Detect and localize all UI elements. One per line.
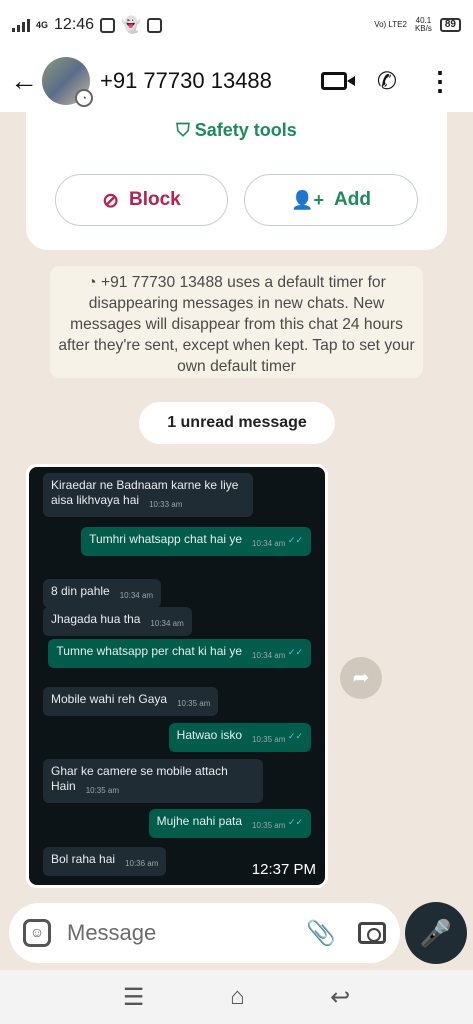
forward-icon[interactable]: ➦ <box>340 657 382 699</box>
screenshot-message: Tumhri whatsapp chat hai ye 10:34 am ✓✓ <box>81 527 311 556</box>
mic-icon[interactable]: 🎤 <box>405 902 467 964</box>
snapchat-icon: 👻 <box>121 17 141 34</box>
net-speed: 40.1 KB/s <box>415 17 432 33</box>
screenshot-message-text: Ghar ke camere se mobile attach Hain <box>51 764 228 793</box>
safety-tools-label: Safety tools <box>194 120 297 140</box>
contact-info-card: ⛉ Safety tools ⊘ Block 👤+ Add <box>26 112 447 250</box>
camera-icon[interactable] <box>358 922 386 944</box>
status-bar: 4G 12:46 👻 Vo) LTE2 40.1 KB/s 89 <box>0 0 473 50</box>
screenshot-message-text: Mujhe nahi pata <box>156 814 243 828</box>
add-contact-button[interactable]: 👤+ Add <box>244 174 418 226</box>
volte-indicator: Vo) LTE2 <box>374 20 407 29</box>
screenshot-message: 8 din pahle 10:34 am <box>43 579 162 608</box>
voice-call-icon[interactable]: ✆ <box>377 67 397 96</box>
screenshot-message-text: Tumhri whatsapp chat hai ye <box>89 532 243 546</box>
safety-tools-link[interactable]: ⛉ Safety tools <box>26 120 447 141</box>
network-type: 4G <box>36 20 49 30</box>
screenshot-message-time: 10:34 am <box>119 591 154 600</box>
screenshot-message: Mujhe nahi pata 10:35 am ✓✓ <box>148 809 311 838</box>
screenshot-message-time: 10:35 am <box>252 821 286 830</box>
screenshot-message: Jhagada hua tha 10:34 am <box>43 607 192 636</box>
message-composer: ☺ Message 📎 <box>9 903 400 963</box>
status-time: 12:46 <box>54 16 95 33</box>
screenshot-message-time: 10:35 am <box>85 786 120 795</box>
screenshot-message-time: 10:34 am <box>150 619 184 628</box>
screenshot-message-time: 10:35 am <box>177 699 211 708</box>
screenshot-message-text: 8 din pahle <box>51 584 110 598</box>
menu-nav-icon[interactable]: ☰ <box>123 983 145 1012</box>
screenshot-message-text: Tumne whatsapp per chat ki hai ye <box>56 644 243 658</box>
chat-screenshot-image[interactable]: 12:37 PM Kiraedar ne Badnaam karne ke li… <box>29 467 325 885</box>
back-nav-icon[interactable]: ↩ <box>330 983 350 1012</box>
attach-icon[interactable]: 📎 <box>306 919 336 948</box>
system-nav-bar: ☰ ⌂ ↩ <box>0 970 473 1024</box>
disappearing-timer-icon: ◔ <box>75 89 93 107</box>
status-right: Vo) LTE2 40.1 KB/s 89 <box>374 17 461 33</box>
screenshot-message: Bol raha hai 10:36 am <box>43 847 167 876</box>
screenshot-message-text: Jhagada hua tha <box>51 612 141 626</box>
screenshot-message-time: 10:34 am <box>252 651 286 660</box>
arrow-left-icon[interactable]: ← <box>10 65 38 97</box>
screenshot-message: Mobile wahi reh Gaya 10:35 am <box>43 687 219 716</box>
image-message-time: 12:37 PM <box>251 861 316 878</box>
screenshot-message-time: 10:33 am <box>149 500 183 509</box>
unread-divider: 1 unread message <box>139 402 335 444</box>
screenshot-message-time: 10:34 am <box>252 539 286 548</box>
screenshot-message: Kiraedar ne Badnaam karne ke liye aisa l… <box>43 473 253 517</box>
more-options-icon[interactable]: ⋮ <box>427 68 453 94</box>
block-label: Block <box>129 189 181 210</box>
disappearing-messages-notice[interactable]: ◔ +91 77730 13488 uses a default timer f… <box>50 266 423 378</box>
contact-name[interactable]: +91 77730 13488 <box>100 68 272 94</box>
read-ticks-icon: ✓✓ <box>285 535 303 545</box>
add-person-icon: 👤+ <box>291 189 324 210</box>
screenshot-message-time: 10:36 am <box>125 859 159 868</box>
screenshot-message-text: Kiraedar ne Badnaam karne ke liye aisa l… <box>51 478 239 507</box>
sticker-icon[interactable]: ☺ <box>23 919 51 947</box>
net-speed-unit: KB/s <box>414 24 432 33</box>
add-label: Add <box>334 189 371 210</box>
read-ticks-icon: ✓✓ <box>285 731 303 741</box>
signal-icon <box>12 18 30 32</box>
avatar[interactable]: ◔ <box>42 57 93 107</box>
screenshot-message: Ghar ke camere se mobile attach Hain 10:3… <box>43 759 263 803</box>
screenshot-message-text: Hatwao isko <box>176 728 243 742</box>
read-ticks-icon: ✓✓ <box>285 647 303 657</box>
image-message[interactable]: 12:37 PM Kiraedar ne Badnaam karne ke li… <box>26 464 328 888</box>
block-icon: ⊘ <box>102 189 119 212</box>
timer-icon: ◔ <box>87 274 101 291</box>
notice-text: +91 77730 13488 uses a default timer for… <box>58 274 415 375</box>
home-nav-icon[interactable]: ⌂ <box>230 983 245 1011</box>
read-ticks-icon: ✓✓ <box>285 817 303 827</box>
screenshot-message-text: Bol raha hai <box>51 852 116 866</box>
status-left: 4G 12:46 👻 <box>12 15 162 35</box>
message-input[interactable]: Message <box>67 920 156 946</box>
video-call-icon[interactable] <box>320 72 355 90</box>
shield-icon: ⛉ <box>176 120 190 140</box>
chat-header: ← ◔ +91 77730 13488 ✆ ⋮ <box>0 50 473 112</box>
battery-icon: 89 <box>439 18 461 32</box>
screenshot-message: Hatwao isko 10:35 am ✓✓ <box>168 723 311 752</box>
screenshot-message-time: 10:35 am <box>252 735 286 744</box>
screenshot-message: Tumne whatsapp per chat ki hai ye 10:34 a… <box>48 639 311 668</box>
screenshot-message-text: Mobile wahi reh Gaya <box>51 692 168 706</box>
instagram-icon <box>146 17 162 33</box>
block-button[interactable]: ⊘ Block <box>55 174 228 226</box>
facebook-icon <box>100 17 116 33</box>
